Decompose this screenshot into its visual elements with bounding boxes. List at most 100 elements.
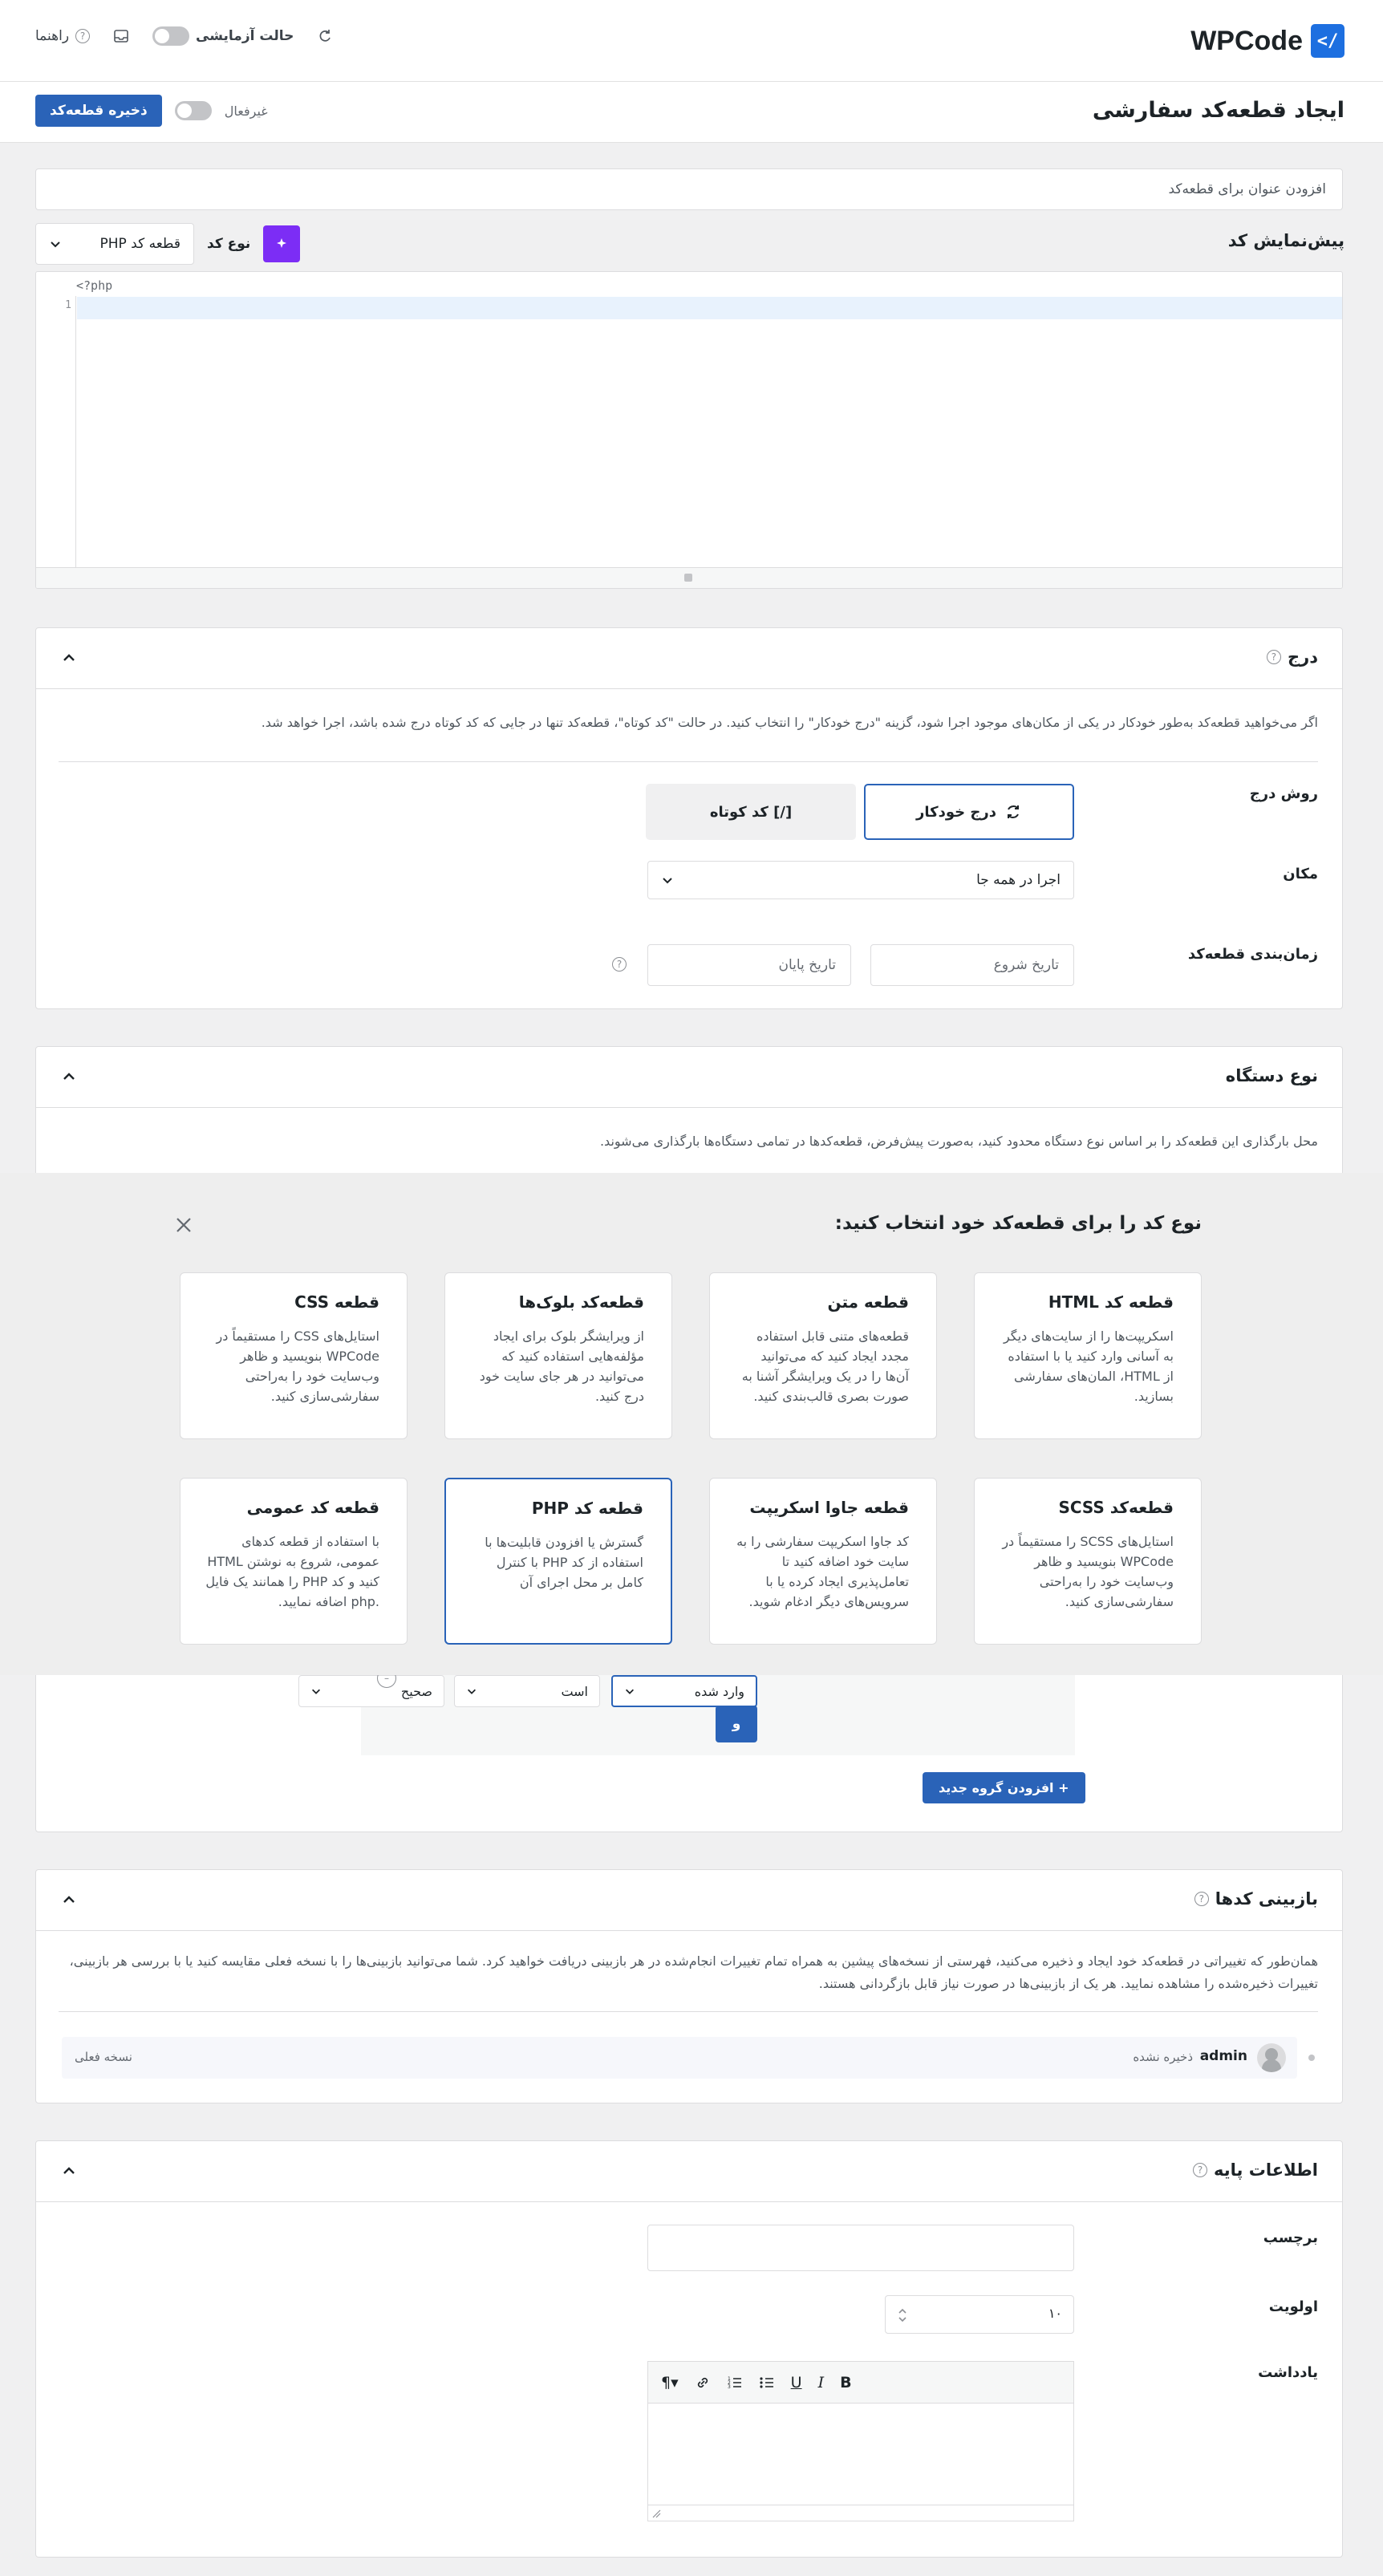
chevron-down-icon [312, 1689, 320, 1694]
priority-input[interactable]: ۱۰ [885, 2295, 1074, 2334]
bullet-list-icon[interactable] [759, 2375, 775, 2391]
logo-mark-icon: /> [1311, 24, 1344, 58]
code-type-select[interactable]: قطعه کد PHP [35, 223, 194, 265]
card-title: قطعه متن [827, 1292, 909, 1312]
paragraph-icon[interactable]: ¶▾ [661, 2374, 679, 2391]
link-icon[interactable] [695, 2375, 711, 2391]
shortcode-button[interactable]: [/] کد کوتاه [646, 784, 856, 840]
revision-row[interactable]: admin ذخیره نشده نسخه فعلی [62, 2037, 1315, 2079]
help-icon: ? [75, 29, 91, 43]
chevron-down-icon [663, 878, 672, 884]
chevron-up-icon[interactable] [59, 1889, 79, 1910]
card-text[interactable]: قطعه متن قطعه‌های متنی قابل استفاده مجدد… [709, 1272, 937, 1439]
revisions-metabox: بازبینی کدها ? همان‌طور که تغییراتی در ق… [35, 1869, 1343, 2103]
code-type-controls: قطعه کد PHP نوع کد [35, 223, 301, 265]
chevron-down-icon [468, 1689, 476, 1694]
inbox-icon[interactable] [111, 26, 132, 47]
card-title: قطعه کد HTML [1048, 1292, 1174, 1312]
top-bar: /> WPCode ? راهنما حالت آزمایشی [0, 0, 1383, 82]
resize-handle-icon[interactable] [684, 574, 692, 582]
ordered-list-icon[interactable]: 123 [727, 2375, 743, 2391]
revisions-title-text: بازبینی کدها [1215, 1889, 1318, 1909]
avatar [1257, 2043, 1286, 2072]
chevron-up-icon[interactable] [59, 1066, 79, 1087]
sync-icon [1007, 805, 1019, 818]
device-type-title-text: نوع دستگاه [1225, 1066, 1318, 1085]
device-type-header[interactable]: نوع دستگاه [36, 1047, 1342, 1108]
code-type-label: نوع کد [207, 236, 251, 252]
help-icon[interactable]: ? [1266, 650, 1281, 664]
condition-select-1-value: وارد شده [694, 1683, 744, 1699]
code-preview-heading: پیش‌نمایش کد [1227, 231, 1344, 250]
logo-text: WPCode [1190, 25, 1303, 56]
condition-select-1[interactable]: وارد شده [611, 1675, 757, 1707]
card-scss[interactable]: قطعه‌کد SCSS استایل‌های SCSS را مستقیماً… [974, 1478, 1202, 1645]
help-icon[interactable]: ? [1194, 1892, 1209, 1906]
priority-value: ۱۰ [1048, 2306, 1062, 2321]
condition-select-2-value: است [561, 1683, 588, 1699]
note-editor-body[interactable] [647, 2403, 1074, 2521]
card-description: استایل‌های SCSS را مستقیماً در WPCode بن… [1002, 1534, 1174, 1609]
add-group-button[interactable]: + افزودن گروه جدید [923, 1772, 1085, 1803]
and-button[interactable]: و [716, 1706, 757, 1742]
line-number: 1 [65, 299, 71, 311]
card-javascript[interactable]: قطعه جاوا اسکریپت کد جاوا اسکریپت سفارشی… [709, 1478, 937, 1645]
card-description: کد جاوا اسکریپت سفارشی را به سایت خود اض… [736, 1534, 909, 1609]
save-snippet-button[interactable]: ذخیره قطعه‌کد [35, 95, 162, 127]
card-php[interactable]: قطعه کد PHP گسترش یا افزودن قابلیت‌ها با… [444, 1478, 672, 1645]
help-icon[interactable]: ? [612, 957, 627, 972]
underline-icon[interactable]: U [791, 2374, 802, 2391]
card-html[interactable]: قطعه کد HTML اسکریپت‌ها را از سایت‌های د… [974, 1272, 1202, 1439]
test-mode: حالت آزمایشی [152, 26, 294, 46]
divider [59, 2011, 1318, 2012]
insertion-header[interactable]: درج ? [36, 628, 1342, 689]
auto-insert-button[interactable]: درج خودکار [864, 784, 1074, 840]
start-date-input[interactable]: تاریخ شروع [870, 944, 1074, 986]
resize-handle-icon[interactable] [651, 2509, 661, 2518]
schedule-label: زمان‌بندی قطعه‌کد [1187, 946, 1318, 963]
card-title: قطعه جاوا اسکریپت [749, 1498, 909, 1517]
revisions-description: همان‌طور که تغییراتی در قطعه‌کد خود ایجا… [69, 1953, 1318, 1991]
card-blocks[interactable]: قطعه‌کد بلوک‌ها از ویرایشگر بلوک برای ای… [444, 1272, 672, 1439]
divider [59, 761, 1318, 762]
active-toggle[interactable] [174, 101, 212, 120]
insertion-title-text: درج [1287, 647, 1318, 667]
conditional-rules-area: وارد شده است صحیح و [298, 1675, 1075, 1755]
close-icon[interactable] [173, 1215, 194, 1235]
snippet-title-input[interactable]: افزودن عنوان برای قطعه‌کد [35, 168, 1343, 210]
tag-input[interactable] [647, 2225, 1074, 2271]
help-link[interactable]: ? راهنما [35, 28, 91, 44]
modal-title: نوع کد را برای قطعه‌کد خود انتخاب کنید: [834, 1213, 1202, 1234]
current-version-label: نسخه فعلی [75, 2050, 132, 2064]
code-editor[interactable]: <?php 1 [35, 271, 1343, 589]
bold-icon[interactable]: B [840, 2374, 851, 2391]
end-date-input[interactable]: تاریخ پایان [647, 944, 851, 986]
basic-info-header[interactable]: اطلاعات پایه ? [36, 2141, 1342, 2202]
priority-label: اولویت [1268, 2298, 1318, 2315]
tag-label: برچسب [1263, 2229, 1318, 2246]
stepper-icon[interactable] [897, 2306, 908, 2325]
card-title: قطعه CSS [294, 1292, 379, 1312]
basic-info-metabox: اطلاعات پایه ? برچسب اولویت ۱۰ یادداشت ¶… [35, 2140, 1343, 2558]
wpcode-logo[interactable]: /> WPCode [1190, 24, 1344, 58]
auto-insert-label: درج خودکار [916, 803, 996, 821]
italic-icon[interactable]: I [818, 2374, 825, 2391]
condition-select-3[interactable]: صحیح [298, 1675, 444, 1707]
note-label: یادداشت [1258, 2364, 1318, 2381]
chevron-up-icon[interactable] [59, 2160, 79, 2181]
revisions-header[interactable]: بازبینی کدها ? [36, 1870, 1342, 1931]
status-label: غیرفعال [224, 103, 268, 119]
location-value: اجرا در همه جا [976, 872, 1061, 888]
test-mode-toggle[interactable] [152, 26, 190, 46]
chevron-up-icon[interactable] [59, 647, 79, 668]
ai-generate-button[interactable] [263, 225, 301, 262]
help-icon[interactable]: ? [1193, 2163, 1208, 2177]
line-gutter [36, 296, 76, 569]
condition-select-2[interactable]: است [454, 1675, 600, 1707]
card-css[interactable]: قطعه CSS استایل‌های CSS را مستقیماً در W… [180, 1272, 408, 1439]
code-type-value: قطعه کد PHP [99, 236, 180, 252]
refresh-icon[interactable] [314, 26, 335, 47]
card-universal[interactable]: قطعه کد عمومی با استفاده از قطعه کدهای ع… [180, 1478, 408, 1645]
location-select[interactable]: اجرا در همه جا [647, 861, 1074, 899]
chevron-down-icon [626, 1689, 634, 1694]
